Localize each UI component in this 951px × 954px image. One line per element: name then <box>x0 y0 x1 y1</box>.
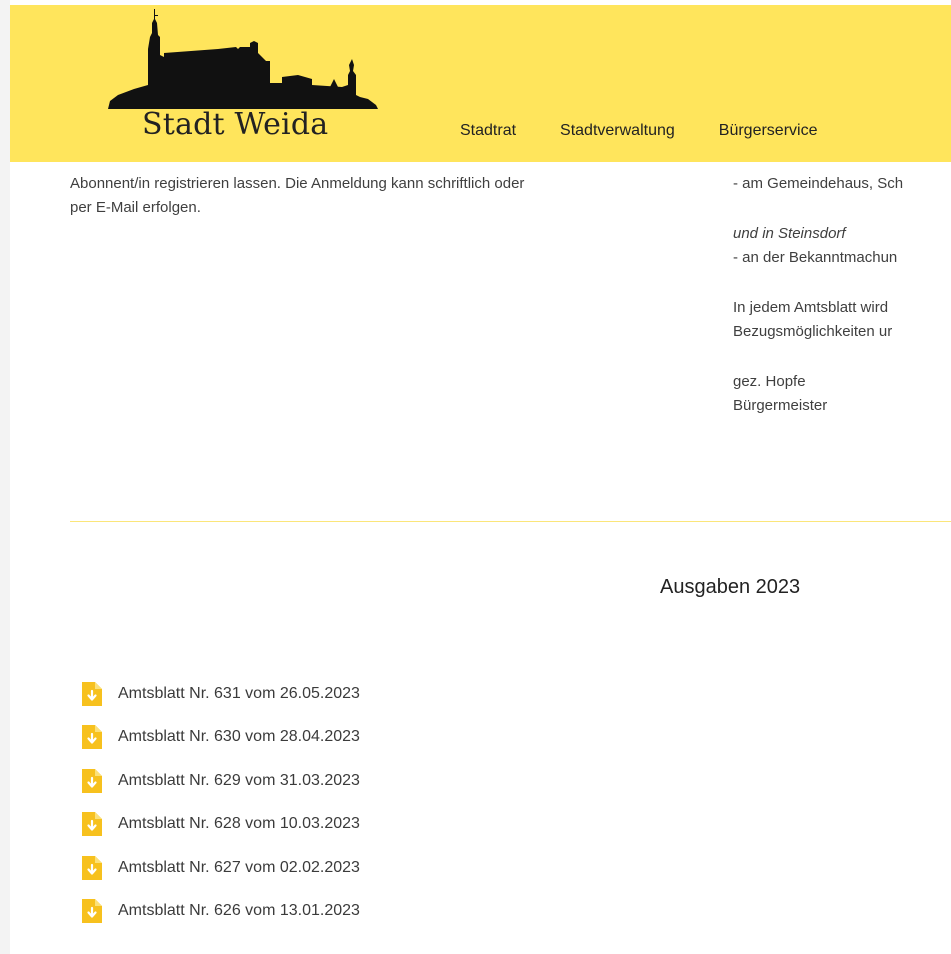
brand-name: Stadt Weida <box>142 107 329 142</box>
list-item[interactable]: Amtsblatt Nr. 628 vom 10.03.2023 <box>82 803 360 847</box>
file-download-icon <box>82 855 102 880</box>
nav-item-stadtverwaltung[interactable]: Stadtverwaltung <box>560 122 675 140</box>
document-link[interactable]: Amtsblatt Nr. 628 vom 10.03.2023 <box>118 815 360 833</box>
signature-name: gez. Hopfe <box>733 373 806 390</box>
file-download-icon <box>82 725 102 750</box>
document-link[interactable]: Amtsblatt Nr. 631 vom 26.05.2023 <box>118 685 360 703</box>
section-divider <box>70 521 951 522</box>
nav-item-stadtrat[interactable]: Stadtrat <box>460 122 516 140</box>
text-line: - an der Bekanntmachun <box>733 249 898 266</box>
document-link[interactable]: Amtsblatt Nr. 626 vom 13.01.2023 <box>118 902 360 920</box>
signature-title: Bürgermeister <box>733 397 828 414</box>
file-download-icon <box>82 681 102 706</box>
list-item[interactable]: Amtsblatt Nr. 631 vom 26.05.2023 <box>82 672 360 716</box>
site-logo[interactable]: Stadt Weida <box>98 5 378 162</box>
file-download-icon <box>82 899 102 924</box>
nav-item-buergerservice[interactable]: Bürgerservice <box>719 122 818 140</box>
list-item[interactable]: Amtsblatt Nr. 630 vom 28.04.2023 <box>82 716 360 760</box>
location-heading: und in Steinsdorf <box>733 225 846 242</box>
file-download-icon <box>82 812 102 837</box>
document-link[interactable]: Amtsblatt Nr. 630 vom 28.04.2023 <box>118 728 360 746</box>
list-item[interactable]: Amtsblatt Nr. 626 vom 13.01.2023 <box>82 890 360 934</box>
site-header: Stadt Weida Stadtrat Stadtverwaltung Bür… <box>10 5 951 162</box>
text-line: In jedem Amtsblatt wird <box>733 299 889 316</box>
town-silhouette-icon <box>108 9 378 109</box>
text-line: - am Gemeindehaus, Sch <box>733 175 904 192</box>
text-line: Abonnent/in registrieren lassen. Die Anm… <box>70 175 525 192</box>
document-list: Amtsblatt Nr. 631 vom 26.05.2023 Amtsbla… <box>82 672 360 933</box>
document-link[interactable]: Amtsblatt Nr. 629 vom 31.03.2023 <box>118 772 360 790</box>
list-item[interactable]: Amtsblatt Nr. 627 vom 02.02.2023 <box>82 846 360 890</box>
text-line: per E-Mail erfolgen. <box>70 199 201 216</box>
text-line: Bezugsmöglichkeiten ur <box>733 323 893 340</box>
intro-text-right: - am Gemeindehaus, Sch und in Steinsdorf… <box>733 148 951 418</box>
section-title: Ausgaben 2023 <box>660 576 801 598</box>
main-nav: Stadtrat Stadtverwaltung Bürgerservice <box>460 122 861 140</box>
document-link[interactable]: Amtsblatt Nr. 627 vom 02.02.2023 <box>118 859 360 877</box>
list-item[interactable]: Amtsblatt Nr. 629 vom 31.03.2023 <box>82 759 360 803</box>
file-download-icon <box>82 768 102 793</box>
